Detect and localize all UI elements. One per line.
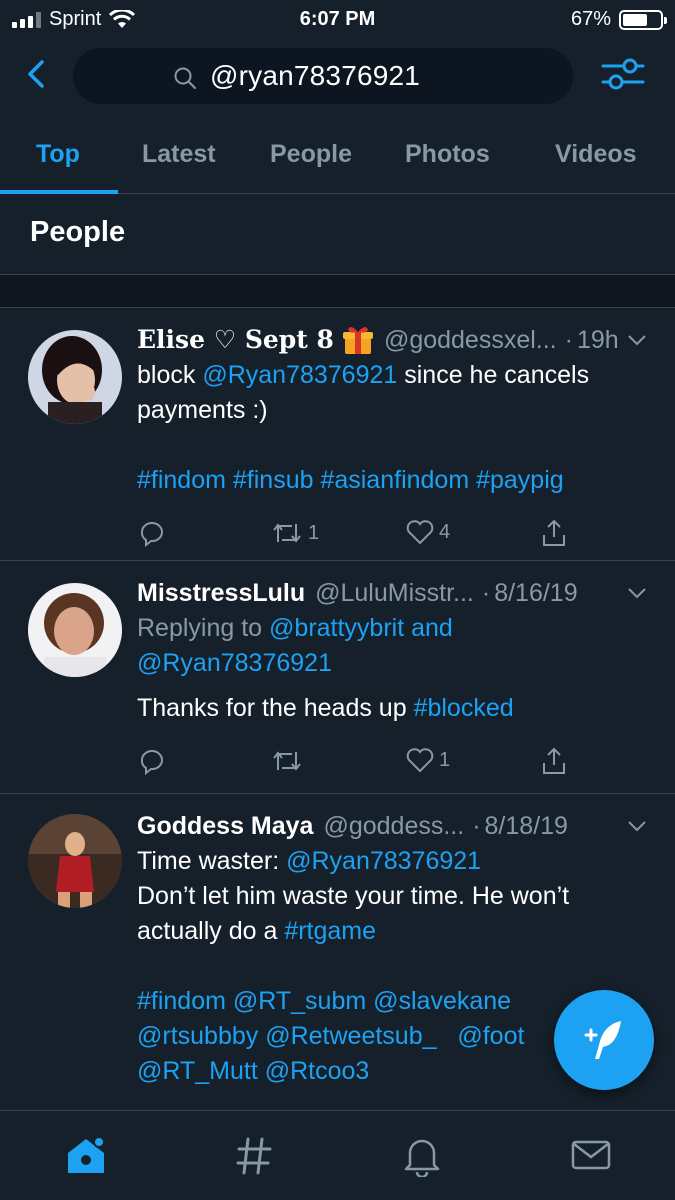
timestamp: 8/16/19 (494, 579, 578, 607)
avatar[interactable] (28, 330, 122, 424)
mention-link[interactable]: @brattyybrit (269, 614, 404, 642)
search-input[interactable]: @ryan78376921 (73, 48, 573, 104)
reply-icon (141, 750, 163, 776)
tweet-actions: 1 4 (137, 518, 577, 554)
tweet[interactable]: MisstressLulu @LuluMisstr... · 8/16/19 R… (0, 561, 675, 794)
tab-latest[interactable]: Latest (142, 140, 216, 169)
display-name[interactable]: Goddess Maya (137, 810, 313, 842)
status-right: 67% (570, 8, 667, 31)
hashtags[interactable]: #findom #finsub #asianfindom #paypig (137, 463, 649, 498)
search-icon (174, 67, 196, 89)
share-icon (543, 519, 565, 546)
home-icon[interactable] (64, 1133, 108, 1177)
tab-photos[interactable]: Photos (405, 140, 490, 169)
tweet-text: block @Ryan78376921 since he cancels pay… (137, 361, 590, 424)
battery-icon (619, 9, 667, 30)
retweet-icon (273, 751, 301, 771)
tweet-body: MisstressLulu @LuluMisstr... · 8/16/19 R… (137, 577, 649, 776)
heart-icon (406, 520, 434, 545)
battery-percent: 67% (570, 8, 611, 30)
filter-settings-icon[interactable] (600, 54, 646, 94)
avatar[interactable] (28, 583, 122, 677)
people-section-title: People (30, 216, 126, 248)
reply-button[interactable] (137, 746, 167, 776)
tweet-text: Time waster: @Ryan78376921 Don’t let him… (137, 847, 570, 945)
mention-link[interactable]: @Ryan78376921 (286, 847, 481, 875)
tab-top[interactable]: Top (36, 140, 80, 169)
active-tab-indicator (0, 190, 118, 194)
tab-people[interactable]: People (270, 140, 352, 169)
avatar[interactable] (28, 814, 122, 908)
chevron-down-icon[interactable] (625, 814, 649, 838)
like-count: 4 (439, 520, 451, 543)
messages-mail-icon[interactable] (570, 1133, 612, 1177)
explore-hashtag-icon[interactable] (234, 1133, 274, 1177)
replying-to: Replying to @brattyybrit and @Ryan783769… (137, 614, 453, 677)
handle: @LuluMisstr... (315, 579, 474, 607)
tab-videos[interactable]: Videos (555, 140, 637, 169)
like-count: 1 (439, 748, 451, 771)
reply-icon (141, 522, 163, 548)
heart-icon (406, 748, 434, 773)
notifications-bell-icon[interactable] (402, 1133, 442, 1177)
tweet-meta: Elise ♡ Sept 8 @goddessxel... · 19h (137, 324, 619, 356)
back-arrow-icon[interactable] (20, 56, 56, 92)
like-button[interactable]: 1 (405, 746, 450, 774)
mention-link[interactable]: @Ryan78376921 (137, 649, 332, 677)
retweet-icon (273, 523, 301, 543)
like-button[interactable]: 4 (405, 518, 450, 546)
search-tabs: Top Latest People Photos Videos (0, 128, 675, 194)
tweet[interactable]: Elise ♡ Sept 8 @goddessxel... · 19h bloc… (0, 308, 675, 561)
retweet-button[interactable]: 1 (270, 518, 319, 548)
compose-tweet-button[interactable] (554, 990, 654, 1090)
handle: @goddessxel... (383, 326, 557, 354)
share-button[interactable] (539, 518, 569, 548)
status-bar: Sprint 6:07 PM 67% (0, 0, 675, 38)
hashtag-link[interactable]: #rtgame (284, 917, 376, 945)
chevron-down-icon[interactable] (625, 581, 649, 605)
handle: @goddess... (323, 812, 465, 840)
tweet-meta: MisstressLulu @LuluMisstr... · 8/16/19 (137, 577, 578, 609)
retweet-button[interactable] (270, 746, 304, 776)
share-button[interactable] (539, 746, 569, 776)
gift-emoji-icon (342, 326, 373, 354)
bottom-nav (0, 1110, 675, 1200)
share-icon (543, 747, 565, 774)
mention-link[interactable]: @Ryan78376921 (202, 361, 397, 389)
timestamp: 19h (576, 326, 619, 354)
search-query: @ryan78376921 (210, 60, 421, 91)
display-name[interactable]: MisstressLulu (137, 577, 305, 609)
tweet-text: Thanks for the heads up #blocked (137, 694, 514, 722)
tweet-body: Elise ♡ Sept 8 @goddessxel... · 19h bloc… (137, 324, 649, 548)
compose-feather-icon (584, 1021, 621, 1059)
retweet-count: 1 (308, 521, 320, 544)
timestamp: 8/18/19 (484, 812, 568, 840)
chevron-down-icon[interactable] (625, 328, 649, 352)
display-name[interactable]: Elise ♡ Sept 8 (137, 324, 334, 356)
hashtag-link[interactable]: #blocked (414, 694, 514, 722)
tweet-actions: 1 (137, 746, 577, 782)
section-separator (0, 274, 675, 308)
reply-button[interactable] (137, 518, 167, 548)
tweet-meta: Goddess Maya @goddess... · 8/18/19 (137, 810, 568, 842)
search-header: @ryan78376921 (0, 44, 675, 108)
